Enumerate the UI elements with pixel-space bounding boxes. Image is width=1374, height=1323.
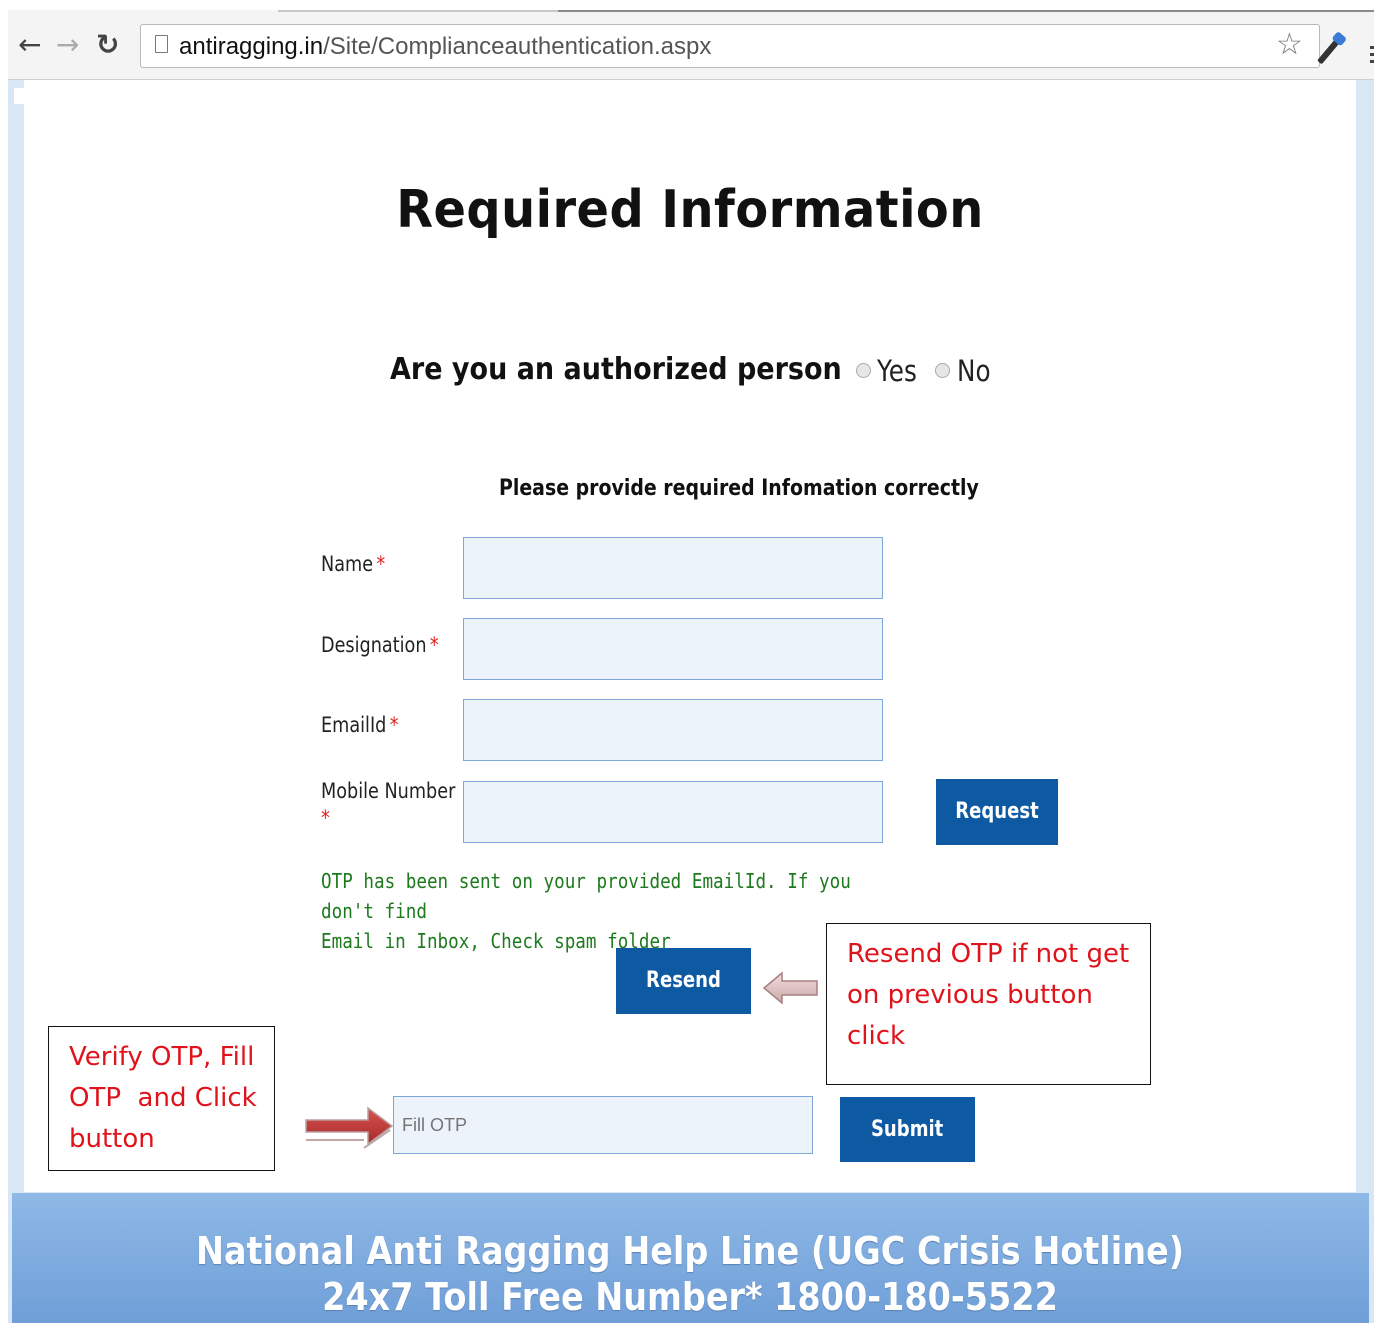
- resend-otp-label: Resend OTP: [646, 968, 721, 1059]
- annotation-verify-line1: Verify OTP, Fill: [69, 1042, 255, 1072]
- otp-message-line1: OTP has been sent on your provided Email…: [321, 869, 851, 923]
- helpline-number: 24x7 Toll Free Number* 1800-180-5522: [322, 1275, 1058, 1319]
- radio-no[interactable]: [935, 363, 950, 378]
- instruction-text: Please provide required Infomation corre…: [499, 476, 979, 501]
- page-title: Required Information: [396, 180, 984, 240]
- reload-icon[interactable]: ↻: [96, 30, 119, 60]
- email-label-text: EmailId: [321, 713, 387, 737]
- radio-no-label[interactable]: No: [957, 354, 991, 388]
- otp-message-line2: Email in Inbox, Check spam folder: [321, 929, 671, 953]
- submit-label: Submit: [871, 1117, 944, 1142]
- annotation-resend: Resend OTP if not get on previous button…: [826, 923, 1151, 1085]
- arrow-right-icon: [305, 1106, 394, 1149]
- request-otp-label: Request OTP: [955, 799, 1039, 890]
- corner-mark: [14, 88, 24, 104]
- otp-input[interactable]: [393, 1096, 813, 1154]
- name-label-text: Name: [321, 552, 374, 576]
- annotation-verify-line3: button: [69, 1124, 155, 1154]
- arrow-right-icon[interactable]: →: [56, 30, 79, 60]
- arrow-left-icon[interactable]: ←: [18, 30, 41, 60]
- designation-label: Designation *: [321, 633, 439, 657]
- mobile-required-mark: *: [321, 806, 330, 830]
- name-input[interactable]: [463, 537, 883, 599]
- helpline-footer: National Anti Ragging Help Line (UGC Cri…: [12, 1193, 1369, 1323]
- required-mark: *: [429, 633, 439, 657]
- designation-label-text: Designation: [321, 633, 427, 657]
- required-mark: *: [389, 713, 399, 737]
- annotation-resend-line2: on previous button: [847, 980, 1093, 1010]
- tab-strip-line: [558, 10, 1374, 12]
- star-icon[interactable]: ☆: [1276, 30, 1303, 60]
- radio-yes-label[interactable]: Yes: [877, 354, 917, 388]
- otp-sent-message: OTP has been sent on your provided Email…: [321, 866, 884, 956]
- helpline-title: National Anti Ragging Help Line (UGC Cri…: [196, 1229, 1184, 1273]
- radio-yes[interactable]: [856, 363, 871, 378]
- url-text[interactable]: antiragging.in/Site/Complianceauthentica…: [179, 33, 711, 61]
- hamburger-menu-icon[interactable]: [1370, 46, 1374, 63]
- authorized-question: Are you an authorized person: [390, 352, 842, 387]
- resend-otp-button[interactable]: Resend OTP: [616, 948, 751, 1059]
- url-host: antiragging.in: [179, 33, 324, 60]
- tab-strip-edge: [278, 10, 558, 12]
- mobile-input[interactable]: [463, 781, 883, 843]
- page-icon: [155, 35, 168, 53]
- address-bar[interactable]: antiragging.in/Site/Complianceauthentica…: [140, 24, 1320, 68]
- required-mark: *: [376, 552, 386, 576]
- mobile-label: Mobile Number: [321, 779, 456, 803]
- annotation-verify-line2: OTP and Click: [69, 1083, 257, 1113]
- email-label: EmailId *: [321, 713, 399, 737]
- arrow-left-icon: [762, 971, 818, 1005]
- submit-button[interactable]: Submit: [840, 1097, 975, 1162]
- browser-toolbar: ← → ↻ antiragging.in/Site/Complianceauth…: [8, 10, 1374, 80]
- annotation-resend-line1: Resend OTP if not get: [847, 939, 1130, 969]
- url-path: /Site/Complianceauthentication.aspx: [323, 33, 712, 60]
- request-otp-button[interactable]: Request OTP: [936, 779, 1058, 890]
- pen-icon[interactable]: [1317, 37, 1341, 65]
- email-input[interactable]: [463, 699, 883, 761]
- annotation-verify: Verify OTP, Fill OTP and Click button: [48, 1026, 275, 1171]
- name-label: Name *: [321, 552, 385, 576]
- annotation-resend-line3: click: [847, 1021, 906, 1051]
- designation-input[interactable]: [463, 618, 883, 680]
